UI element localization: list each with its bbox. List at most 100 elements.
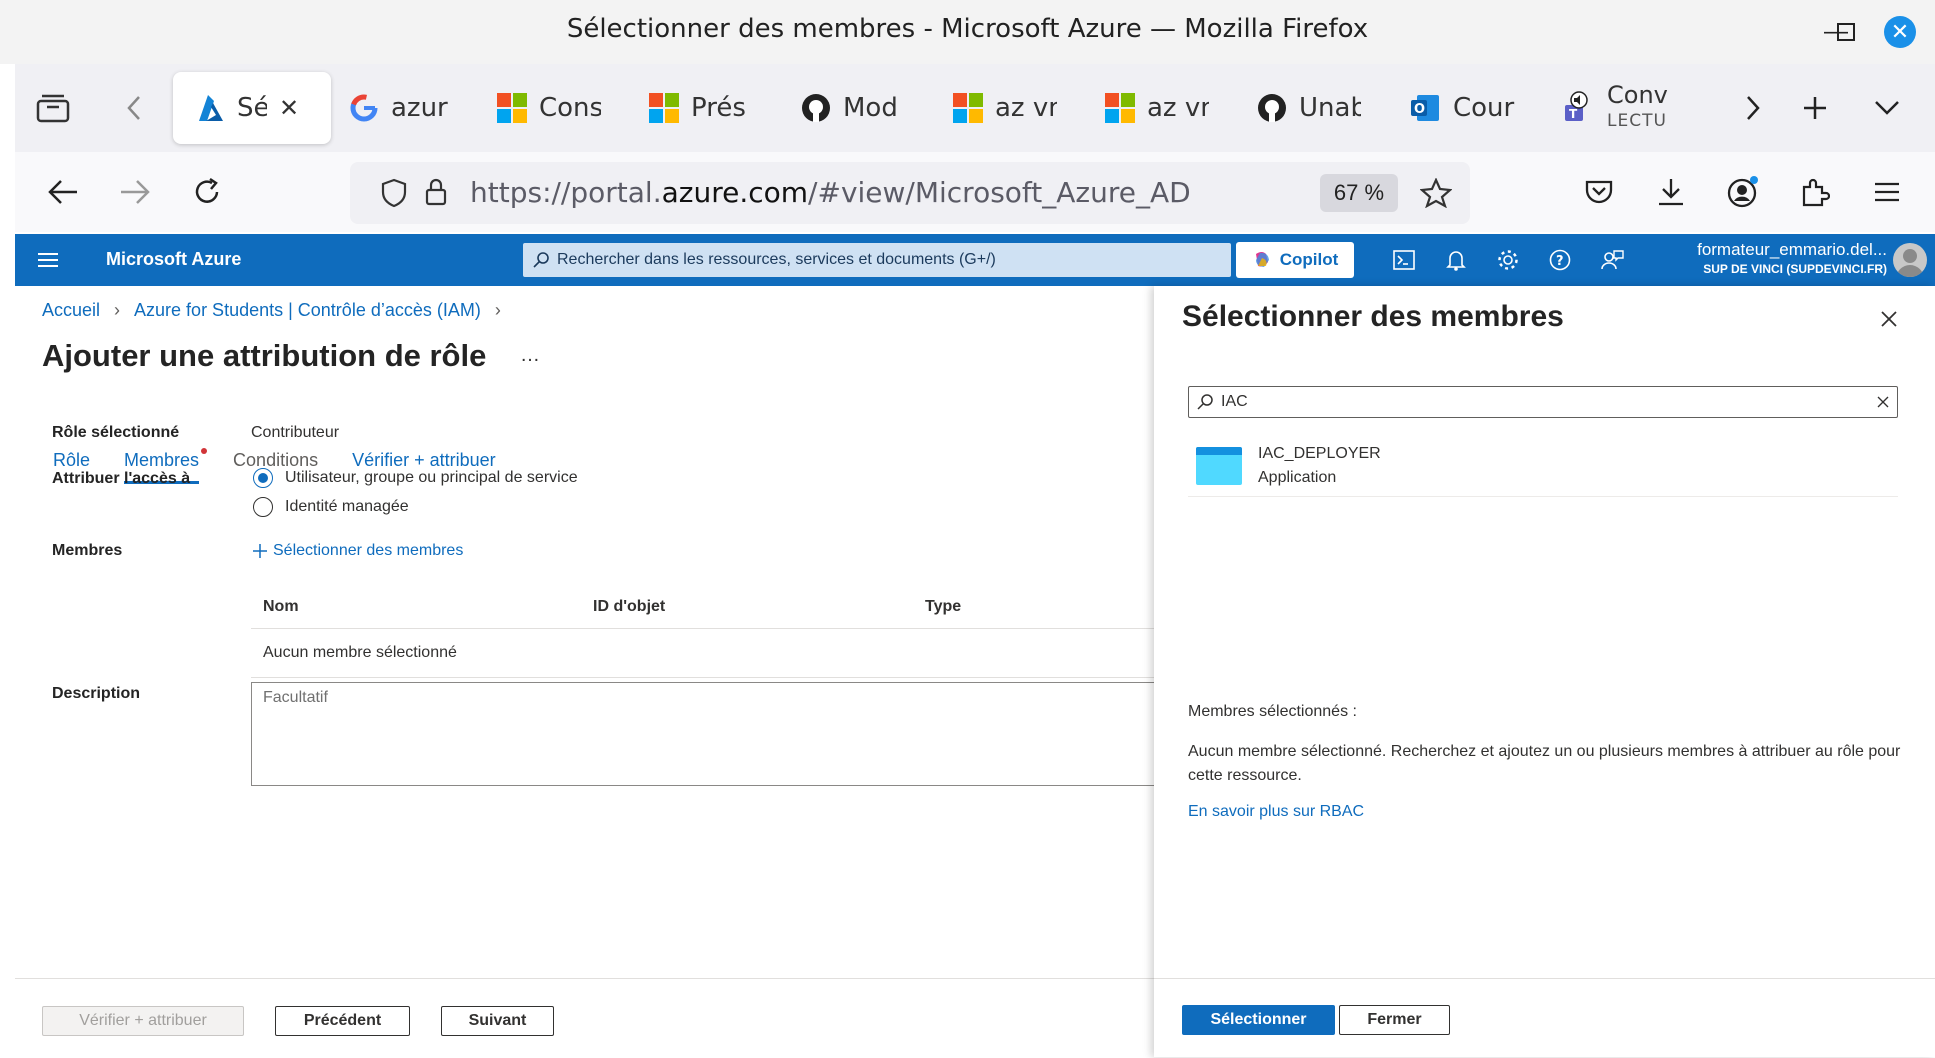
- column-name: Nom: [263, 598, 299, 615]
- url-bar[interactable]: https://portal.azure.com/#view/Microsoft…: [350, 162, 1470, 224]
- tab-outlook[interactable]: O Cour: [1409, 72, 1529, 144]
- select-members-panel: Sélectionner des membres IAC IAC_DEPLOYE…: [1154, 286, 1935, 1057]
- tab-teams[interactable]: T Conv LECTU: [1561, 72, 1681, 144]
- user-org: SUP DE VINCI (SUPDEVINCI.FR): [1703, 262, 1887, 276]
- portal-menu-button[interactable]: [35, 247, 61, 273]
- tab-audio-sublabel: LECTU: [1607, 111, 1667, 131]
- breadcrumb: Accueil › Azure for Students | Contrôle …: [42, 300, 501, 321]
- forward-button[interactable]: [113, 170, 157, 214]
- copilot-label: Copilot: [1279, 250, 1339, 269]
- google-icon: [350, 94, 378, 122]
- tab-overview-icon: [36, 94, 70, 123]
- global-search-input[interactable]: Rechercher dans les ressources, services…: [523, 243, 1231, 277]
- url-text[interactable]: https://portal.azure.com/#view/Microsoft…: [470, 176, 1190, 209]
- bell-icon: [1446, 251, 1466, 271]
- plus-icon: [253, 544, 267, 558]
- rbac-learn-more-link[interactable]: En savoir plus sur RBAC: [1188, 800, 1908, 824]
- close-panel-button[interactable]: Fermer: [1339, 1005, 1450, 1035]
- maximize-icon: [1837, 23, 1855, 41]
- tab-github-2[interactable]: Unab: [1257, 72, 1377, 144]
- cloud-shell-button[interactable]: [1391, 247, 1417, 273]
- page-title: Ajouter une attribution de rôle: [42, 338, 487, 373]
- search-icon: [1197, 394, 1213, 410]
- selected-members-info: Aucun membre sélectionné. Recherchez et …: [1188, 743, 1901, 784]
- radio-managed-identity[interactable]: Identité managée: [253, 497, 409, 517]
- tab-microsoft-1[interactable]: Cons: [497, 72, 617, 144]
- reload-icon: [195, 177, 219, 203]
- breadcrumb-home-link[interactable]: Accueil: [42, 300, 100, 321]
- table-row: Aucun membre sélectionné: [251, 629, 1163, 678]
- close-tab-icon[interactable]: ✕: [279, 94, 299, 122]
- tab-overview-button[interactable]: [31, 86, 75, 130]
- breadcrumb-iam-link[interactable]: Azure for Students | Contrôle d’accès (I…: [134, 300, 481, 321]
- list-tabs-button[interactable]: [1865, 86, 1909, 130]
- member-search-input[interactable]: IAC: [1188, 386, 1898, 418]
- tab-label: Mod: [843, 93, 898, 123]
- panel-close-button[interactable]: [1874, 304, 1904, 334]
- star-icon[interactable]: [1420, 178, 1452, 208]
- reload-button[interactable]: [185, 170, 229, 214]
- more-options-button[interactable]: …: [520, 344, 540, 367]
- azure-brand[interactable]: Microsoft Azure: [106, 249, 241, 270]
- downloads-button[interactable]: [1649, 170, 1693, 214]
- copilot-button[interactable]: Copilot: [1236, 242, 1354, 278]
- github-icon: [1258, 94, 1286, 122]
- panel-footer-divider: [1154, 978, 1935, 979]
- account-button[interactable]: [1721, 170, 1765, 214]
- window-close-button[interactable]: ✕: [1884, 16, 1916, 48]
- select-members-link[interactable]: Sélectionner des membres: [253, 542, 463, 560]
- window-titlebar: Sélectionner des membres - Microsoft Azu…: [0, 0, 1935, 64]
- settings-button[interactable]: [1495, 247, 1521, 273]
- tab-scroll-left-button[interactable]: [113, 86, 157, 130]
- review-assign-button[interactable]: Vérifier + attribuer: [42, 1006, 244, 1036]
- description-textarea[interactable]: Facultatif: [251, 682, 1163, 786]
- tab-google[interactable]: azur: [349, 72, 469, 144]
- help-icon: ?: [1549, 249, 1571, 271]
- tab-microsoft-3[interactable]: az vn: [953, 72, 1073, 144]
- radio-user-group-sp[interactable]: Utilisateur, groupe ou principal de serv…: [253, 468, 578, 488]
- clear-search-icon[interactable]: [1877, 396, 1889, 408]
- extensions-button[interactable]: [1793, 170, 1837, 214]
- arrow-right-icon: [121, 180, 150, 204]
- new-tab-button[interactable]: [1793, 86, 1837, 130]
- help-button[interactable]: ?: [1547, 247, 1573, 273]
- feedback-button[interactable]: [1599, 247, 1625, 273]
- tab-label: Sél: [237, 93, 267, 123]
- chevron-left-icon: [127, 96, 140, 120]
- search-result-item[interactable]: IAC_DEPLOYER Application: [1188, 436, 1898, 497]
- tab-active[interactable]: Sél ✕: [173, 72, 331, 144]
- next-button[interactable]: Suivant: [441, 1006, 554, 1036]
- back-button[interactable]: [41, 170, 85, 214]
- github-icon: [802, 94, 830, 122]
- account-icon: [1727, 176, 1758, 208]
- description-label: Description: [52, 685, 141, 702]
- members-label: Membres: [52, 542, 123, 559]
- select-button[interactable]: Sélectionner: [1182, 1005, 1335, 1035]
- tab-scroll-right-button[interactable]: [1731, 86, 1775, 130]
- notifications-button[interactable]: [1443, 247, 1469, 273]
- user-name: formateur_emmario.del...: [1697, 240, 1887, 259]
- teams-icon: T: [1565, 91, 1588, 121]
- menu-button[interactable]: [1865, 170, 1909, 214]
- table-header: Nom ID d'objet Type: [251, 586, 1163, 629]
- tab-github-1[interactable]: Mod: [801, 72, 921, 144]
- avatar[interactable]: [1893, 243, 1927, 277]
- feedback-icon: [1601, 250, 1624, 270]
- gear-icon: [1498, 250, 1518, 270]
- maximize-button[interactable]: [1830, 16, 1862, 48]
- chevron-down-icon: [1875, 101, 1899, 115]
- tab-strip: Sél ✕ azur Cons Prés Mod az vn az vn Una…: [15, 64, 1935, 152]
- account-info[interactable]: formateur_emmario.del... SUP DE VINCI (S…: [1655, 240, 1887, 276]
- microsoft-icon: [497, 93, 527, 123]
- pocket-button[interactable]: [1577, 170, 1621, 214]
- search-value: IAC: [1221, 393, 1248, 410]
- tab-microsoft-4[interactable]: az vn: [1105, 72, 1225, 144]
- azure-header: Microsoft Azure Rechercher dans les ress…: [15, 234, 1935, 286]
- plus-icon: [1804, 97, 1826, 119]
- close-icon: [1881, 311, 1897, 327]
- tab-microsoft-2[interactable]: Prés: [649, 72, 769, 144]
- zoom-level-button[interactable]: 67 %: [1320, 174, 1398, 212]
- search-icon: [533, 252, 549, 268]
- previous-button[interactable]: Précédent: [275, 1006, 410, 1036]
- svg-text:?: ?: [1556, 254, 1564, 269]
